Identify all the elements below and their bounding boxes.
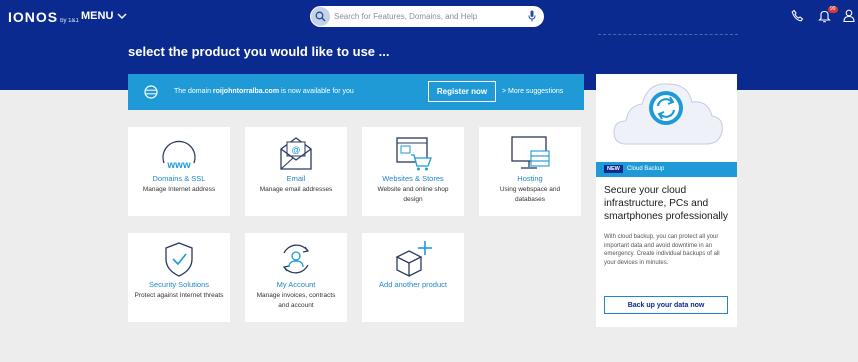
add-box-icon [395, 241, 432, 278]
product-title: Hosting [517, 174, 543, 183]
logo-text: IONOS [8, 9, 59, 25]
cloud-illustration [596, 74, 737, 162]
register-now-button[interactable]: Register now [428, 81, 496, 102]
product-title: Security Solutions [148, 280, 210, 289]
product-description: Manage email addresses [259, 186, 333, 193]
server-monitor-icon [511, 136, 550, 169]
new-badge: NEW [604, 165, 623, 173]
product-description: Protect against Internet threats [134, 292, 224, 299]
product-card-account[interactable]: My Account Manage invoices, contracts an… [245, 233, 347, 322]
search-input[interactable] [334, 8, 524, 25]
chevron-down-icon [117, 13, 127, 19]
domain-prefix: The domain [174, 88, 211, 95]
logo-subtext: by 1&1 [60, 18, 79, 24]
domain-suggestion-banner: The domain roijohntorralba.com is now av… [128, 74, 584, 110]
ionos-logo[interactable]: IONOS by 1&1 [8, 9, 79, 25]
product-card-websites[interactable]: Websites & Stores Website and online sho… [362, 127, 464, 216]
shield-check-icon [165, 242, 193, 277]
product-card-domains[interactable]: www Domains & SSL Manage Internet addres… [128, 127, 230, 216]
product-card-security[interactable]: Security Solutions Protect against Inter… [128, 233, 230, 322]
product-card-email[interactable]: @ Email Manage email addresses [245, 127, 347, 216]
product-title: Add another product [379, 280, 447, 289]
email-envelope-icon: @ [280, 137, 312, 170]
available-domain: roijohntorralba.com [212, 88, 280, 95]
back-up-data-button[interactable]: Back up your data now [604, 296, 728, 314]
menu-label: MENU [81, 10, 114, 22]
svg-text:www: www [166, 160, 191, 171]
product-description: Using webspace and databases [499, 186, 561, 203]
more-suggestions-link[interactable]: > More suggestions [502, 88, 563, 95]
user-icon[interactable] [843, 9, 855, 22]
product-card-hosting[interactable]: Hosting Using webspace and databases [479, 127, 581, 216]
www-globe-icon: www [162, 140, 196, 171]
phone-icon[interactable] [791, 9, 804, 22]
globe-icon [144, 85, 158, 99]
account-user-icon [282, 244, 310, 274]
product-title: Domains & SSL [152, 174, 206, 183]
product-description: Manage Internet address [142, 186, 216, 193]
product-card-add[interactable]: Add another product [362, 233, 464, 322]
microphone-icon[interactable] [528, 10, 536, 22]
svg-text:@: @ [291, 145, 300, 155]
header-divider [598, 34, 738, 35]
cloud-backup-band: NEW Cloud Backup [596, 162, 737, 177]
search-bar [310, 6, 544, 27]
cloud-sync-icon [613, 83, 723, 145]
cloud-backup-promo: NEW Cloud Backup Secure your cloud infra… [596, 74, 737, 327]
search-icon[interactable] [311, 7, 330, 26]
promo-headline: Secure your cloud infrastructure, PCs an… [604, 185, 729, 222]
website-cart-icon [396, 137, 432, 171]
product-description: Manage invoices, contracts and account [256, 292, 336, 309]
product-title: My Account [276, 280, 316, 289]
product-title: Email [286, 174, 306, 183]
band-label: Cloud Backup [627, 166, 665, 172]
product-description: Website and online shop design [377, 186, 449, 203]
promo-body-text: With cloud backup, you can protect all y… [604, 234, 720, 266]
domain-suffix: is now available for you [281, 88, 354, 95]
menu-button[interactable]: MENU [81, 10, 127, 22]
product-title: Websites & Stores [382, 174, 444, 183]
domain-availability-text: The domain roijohntorralba.com is now av… [174, 88, 354, 95]
page-title: select the product you would like to use… [128, 44, 390, 59]
notification-count-badge: 99 [828, 6, 838, 13]
top-navigation-bar: IONOSby 1&1 MENU 99 [0, 0, 858, 35]
